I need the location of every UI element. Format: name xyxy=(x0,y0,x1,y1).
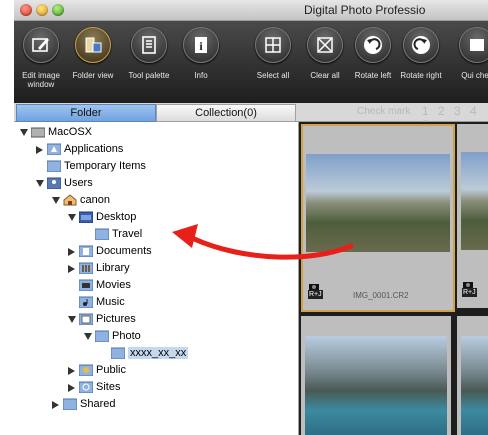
annotation-arrow xyxy=(172,224,354,260)
app-window: Digital Photo Professio Edit image windo… xyxy=(14,0,488,435)
